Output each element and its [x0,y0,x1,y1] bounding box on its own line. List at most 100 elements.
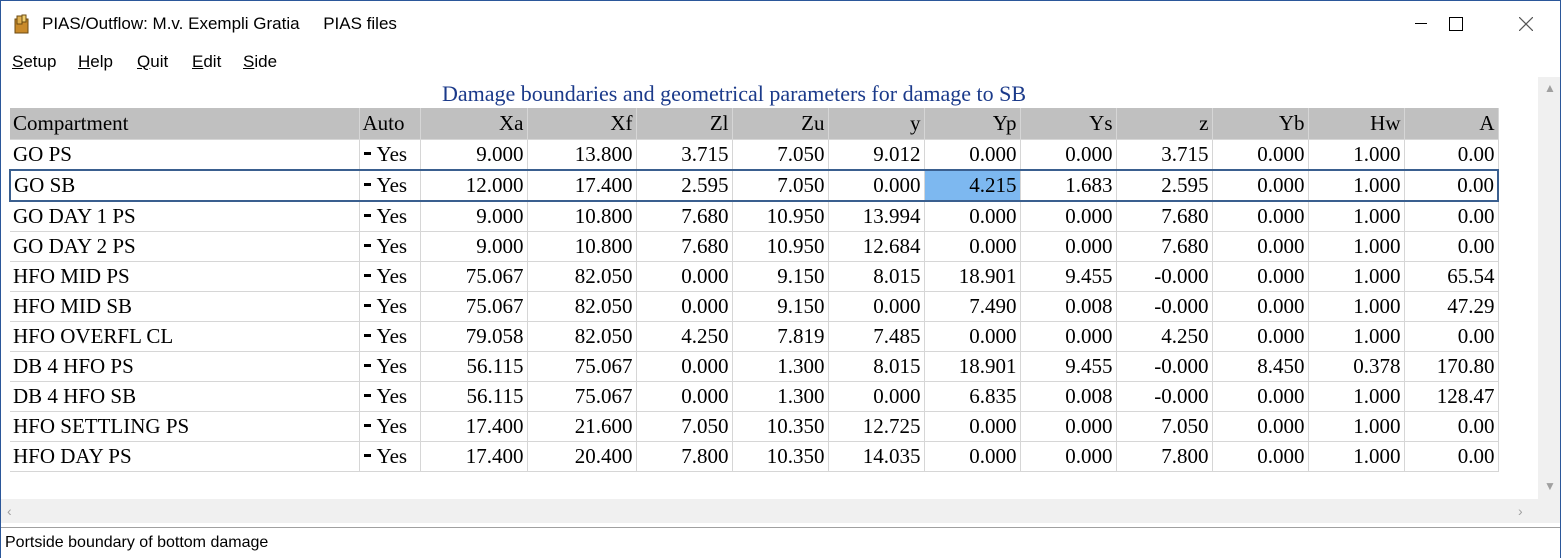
value-cell-yb[interactable]: 0.000 [1212,291,1309,322]
menu-setup[interactable]: Setup [12,52,56,72]
column-header-compartment[interactable]: Compartment [10,108,360,140]
value-cell-yb[interactable]: 0.000 [1212,381,1309,412]
value-cell-zu[interactable]: 10.950 [732,201,829,232]
value-cell-zu[interactable]: 9.150 [732,261,829,292]
auto-toggle-cell[interactable]: Yes [359,351,421,382]
value-cell-a[interactable]: 0.00 [1404,441,1499,472]
value-cell-y[interactable]: 9.012 [828,139,925,171]
value-cell-zu[interactable]: 10.950 [732,231,829,262]
value-cell-ys[interactable]: 0.000 [1020,441,1117,472]
value-cell-z[interactable]: -0.000 [1116,381,1213,412]
value-cell-yb[interactable]: 8.450 [1212,351,1309,382]
menu-help[interactable]: Help [78,52,113,72]
value-cell-xf[interactable]: 82.050 [527,291,637,322]
compartment-cell[interactable]: DB 4 HFO SB [10,381,360,412]
value-cell-a[interactable]: 0.00 [1404,169,1499,202]
value-cell-ys[interactable]: 0.000 [1020,321,1117,352]
value-cell-zu[interactable]: 10.350 [732,441,829,472]
value-cell-xa[interactable]: 9.000 [420,231,528,262]
value-cell-xf[interactable]: 13.800 [527,139,637,171]
table-row[interactable]: DB 4 HFO SB Yes 56.115 75.067 0.000 1.300 0.00… [10,381,1499,412]
compartment-cell[interactable]: GO DAY 1 PS [10,201,360,232]
table-row[interactable]: HFO OVERFL CL Yes 79.058 82.050 4.250 7.819 7.… [10,321,1499,352]
value-cell-ys[interactable]: 0.000 [1020,231,1117,262]
value-cell-zl[interactable]: 2.595 [636,169,733,202]
value-cell-xa[interactable]: 56.115 [420,381,528,412]
auto-toggle-cell[interactable]: Yes [359,261,421,292]
value-cell-yp[interactable]: 4.215 [924,169,1021,202]
value-cell-xa[interactable]: 17.400 [420,441,528,472]
value-cell-xf[interactable]: 17.400 [527,169,637,202]
value-cell-hw[interactable]: 1.000 [1308,321,1405,352]
vertical-scrollbar[interactable]: ▲ ▼ [1538,77,1560,499]
compartment-cell[interactable]: HFO DAY PS [10,441,360,472]
value-cell-zl[interactable]: 3.715 [636,139,733,171]
value-cell-y[interactable]: 12.684 [828,231,925,262]
value-cell-a[interactable]: 47.29 [1404,291,1499,322]
value-cell-hw[interactable]: 1.000 [1308,441,1405,472]
value-cell-y[interactable]: 0.000 [828,381,925,412]
dropdown-marker-icon[interactable] [363,333,371,337]
value-cell-zl[interactable]: 7.800 [636,441,733,472]
dropdown-marker-icon[interactable] [363,151,371,155]
value-cell-hw[interactable]: 1.000 [1308,139,1405,171]
auto-toggle-cell[interactable]: Yes [359,201,421,232]
scroll-down-icon[interactable]: ▼ [1544,479,1556,493]
column-header-zu[interactable]: Zu [732,108,829,140]
column-header-zl[interactable]: Zl [636,108,733,140]
value-cell-xf[interactable]: 75.067 [527,351,637,382]
value-cell-yb[interactable]: 0.000 [1212,321,1309,352]
compartment-cell[interactable]: GO SB [9,169,360,202]
dropdown-marker-icon[interactable] [363,423,371,427]
value-cell-zu[interactable]: 10.350 [732,411,829,442]
column-header-yp[interactable]: Yp [924,108,1021,140]
compartment-cell[interactable]: GO PS [10,139,360,171]
dropdown-marker-icon[interactable] [363,393,371,397]
table-row[interactable]: HFO MID SB Yes 75.067 82.050 0.000 9.150 0.000… [10,291,1499,322]
close-button[interactable] [1491,1,1561,47]
value-cell-zu[interactable]: 1.300 [732,381,829,412]
value-cell-ys[interactable]: 9.455 [1020,261,1117,292]
value-cell-yb[interactable]: 0.000 [1212,441,1309,472]
dropdown-marker-icon[interactable] [363,213,371,217]
menu-edit[interactable]: Edit [192,52,221,72]
auto-toggle-cell[interactable]: Yes [359,411,421,442]
value-cell-yb[interactable]: 0.000 [1212,261,1309,292]
value-cell-z[interactable]: -0.000 [1116,351,1213,382]
value-cell-a[interactable]: 0.00 [1404,321,1499,352]
value-cell-zl[interactable]: 0.000 [636,291,733,322]
table-row[interactable]: HFO MID PS Yes 75.067 82.050 0.000 9.150 8.015… [10,261,1499,292]
value-cell-yb[interactable]: 0.000 [1212,411,1309,442]
value-cell-a[interactable]: 65.54 [1404,261,1499,292]
value-cell-a[interactable]: 0.00 [1404,231,1499,262]
column-header-y[interactable]: y [828,108,925,140]
value-cell-hw[interactable]: 1.000 [1308,201,1405,232]
value-cell-yb[interactable]: 0.000 [1212,139,1309,171]
compartment-cell[interactable]: HFO MID SB [10,291,360,322]
value-cell-a[interactable]: 128.47 [1404,381,1499,412]
dropdown-marker-icon[interactable] [363,273,371,277]
compartment-cell[interactable]: HFO OVERFL CL [10,321,360,352]
table-row[interactable]: HFO DAY PS Yes 17.400 20.400 7.800 10.350 14.0… [10,441,1499,472]
value-cell-yp[interactable]: 6.835 [924,381,1021,412]
table-row[interactable]: HFO SETTLING PS Yes 17.400 21.600 7.050 10.35… [10,411,1499,442]
value-cell-xf[interactable]: 21.600 [527,411,637,442]
value-cell-xa[interactable]: 75.067 [420,261,528,292]
table-row[interactable]: GO SB Yes 12.000 17.400 2.595 7.050 0.000 4.215… [9,169,1499,202]
table-row[interactable]: GO DAY 2 PS Yes 9.000 10.800 7.680 10.950 12.6… [10,231,1499,262]
dropdown-marker-icon[interactable] [363,303,371,307]
value-cell-hw[interactable]: 1.000 [1308,381,1405,412]
value-cell-xa[interactable]: 12.000 [420,169,528,202]
auto-toggle-cell[interactable]: Yes [359,231,421,262]
value-cell-zu[interactable]: 7.819 [732,321,829,352]
column-header-hw[interactable]: Hw [1308,108,1405,140]
menu-side[interactable]: Side [243,52,277,72]
value-cell-zl[interactable]: 0.000 [636,261,733,292]
compartment-cell[interactable]: GO DAY 2 PS [10,231,360,262]
value-cell-z[interactable]: 7.680 [1116,231,1213,262]
value-cell-zl[interactable]: 7.680 [636,231,733,262]
table-row[interactable]: GO PS Yes 9.000 13.800 3.715 7.050 9.012 0.000 0… [10,139,1499,171]
value-cell-yb[interactable]: 0.000 [1212,201,1309,232]
value-cell-yp[interactable]: 0.000 [924,411,1021,442]
value-cell-hw[interactable]: 1.000 [1308,261,1405,292]
